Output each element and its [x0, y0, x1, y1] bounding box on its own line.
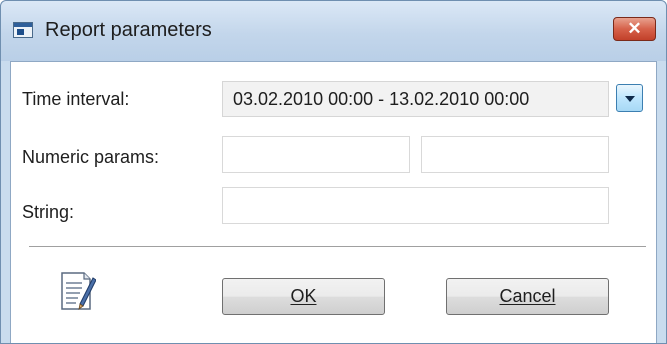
ok-button[interactable]: OK — [222, 278, 385, 315]
time-interval-dropdown-button[interactable] — [616, 84, 643, 112]
numeric-param-1-input[interactable] — [222, 136, 410, 173]
close-icon: ✕ — [627, 19, 642, 38]
time-interval-label: Time interval: — [22, 89, 130, 109]
window-icon — [13, 22, 33, 38]
cancel-button[interactable]: Cancel — [446, 278, 609, 315]
time-interval-field[interactable]: 03.02.2010 00:00 - 13.02.2010 00:00 — [222, 81, 609, 117]
report-edit-icon[interactable] — [58, 270, 96, 312]
ok-button-label: OK — [290, 286, 317, 306]
separator — [29, 246, 646, 247]
string-input[interactable] — [222, 187, 609, 224]
close-button[interactable]: ✕ — [613, 17, 656, 41]
numeric-param-2-input[interactable] — [421, 136, 609, 173]
dialog-body: Time interval: 03.02.2010 00:00 - 13.02.… — [10, 61, 657, 343]
title-bar[interactable]: Report parameters ✕ — [1, 1, 666, 61]
numeric-params-label: Numeric params: — [22, 147, 160, 167]
cancel-button-label: Cancel — [499, 286, 556, 306]
window-title: Report parameters — [45, 19, 212, 41]
report-parameters-dialog: Report parameters ✕ Time interval: 03.02… — [0, 0, 667, 344]
chevron-down-icon — [625, 96, 635, 102]
string-label: String: — [22, 202, 75, 222]
